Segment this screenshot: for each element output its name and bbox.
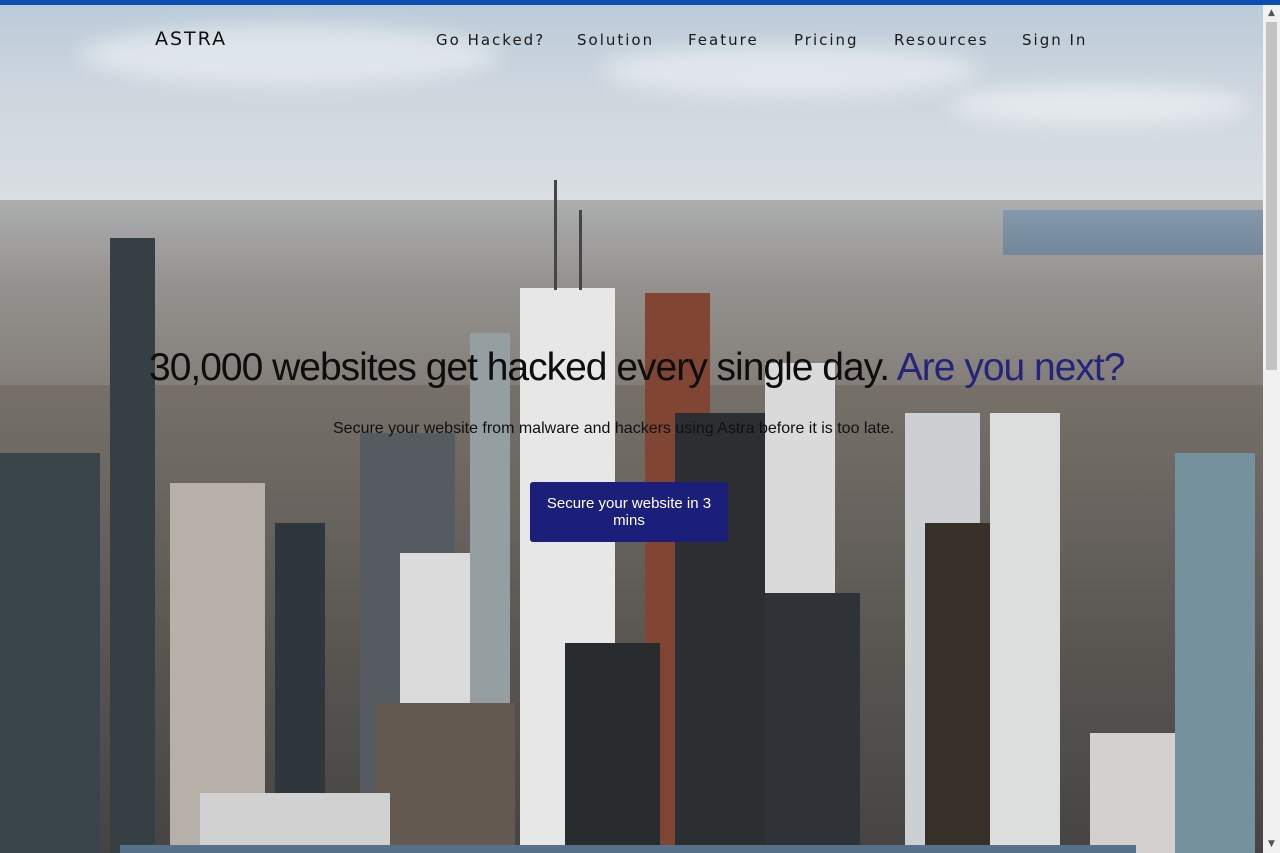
headline-main: 30,000 websites get hacked every single … bbox=[149, 346, 890, 389]
nav-pricing[interactable]: Pricing bbox=[794, 31, 859, 49]
scrollbar-thumb[interactable] bbox=[1266, 22, 1277, 370]
secure-website-button[interactable]: Secure your website in 3 mins bbox=[530, 482, 728, 542]
nav-feature[interactable]: Feature bbox=[688, 31, 759, 49]
nav-sign-in[interactable]: Sign In bbox=[1022, 31, 1087, 49]
nav-solution[interactable]: Solution bbox=[577, 31, 654, 49]
next-section-edge bbox=[120, 845, 1136, 853]
hero-headline: 30,000 websites get hacked every single … bbox=[149, 346, 1129, 390]
nav-go-hacked[interactable]: Go Hacked? bbox=[436, 31, 545, 49]
headline-accent: Are you next? bbox=[896, 346, 1126, 389]
scroll-down-arrow-icon[interactable]: ▼ bbox=[1263, 836, 1280, 853]
nav-resources[interactable]: Resources bbox=[894, 31, 989, 49]
brand-logo[interactable]: ASTRA bbox=[155, 28, 227, 50]
hero-subtitle: Secure your website from malware and hac… bbox=[333, 420, 895, 437]
scroll-up-arrow-icon[interactable]: ▲ bbox=[1263, 5, 1280, 22]
